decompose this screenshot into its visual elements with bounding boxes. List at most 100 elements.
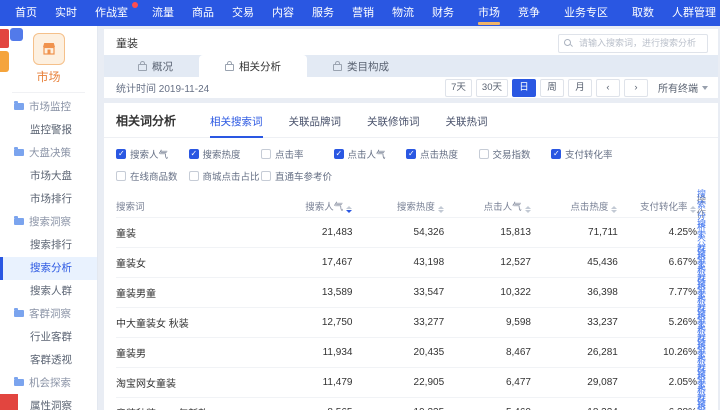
sidebar-item-1[interactable]: 监控警报 [0, 119, 97, 142]
keyword-cell: 淘宝网女童装 [116, 375, 261, 390]
keyword-cell: 童装秋装2019年新款 [116, 405, 261, 410]
value-cell: 45,436 [531, 257, 618, 268]
terminal-dropdown[interactable]: 所有终端 [658, 80, 708, 95]
search-analysis-link[interactable]: 搜索分析 [697, 399, 706, 410]
sidebar-item-label: 搜索分析 [30, 262, 72, 274]
sidebar-item-11[interactable]: 客群透视 [0, 349, 97, 372]
sidebar-item-label: 市场大盘 [30, 170, 72, 182]
analysis-tab-3[interactable]: 关联热词 [446, 114, 488, 137]
checkbox-icon[interactable] [261, 149, 271, 159]
filter-label: 点击率 [275, 147, 304, 161]
sidebar-item-12[interactable]: 机会探索 [0, 372, 97, 395]
sidebar-item-10[interactable]: 行业客群 [0, 326, 97, 349]
column-header-4[interactable]: 点击热度 [531, 199, 618, 213]
sidebar-item-6[interactable]: 搜索排行 [0, 234, 97, 257]
nav-item-8[interactable]: 服务 [303, 0, 343, 26]
lock-icon [225, 64, 234, 71]
analysis-tab-1[interactable]: 关联品牌词 [289, 114, 342, 137]
nav-item-2[interactable]: 作战室 [86, 0, 137, 26]
nav-item-19[interactable]: 人群管理 [663, 0, 720, 26]
page-tabs: 概况相关分析 类目构成 [104, 55, 718, 77]
nav-item-18[interactable]: 取数 [623, 0, 663, 26]
sidebar-item-8[interactable]: 搜索人群 [0, 280, 97, 303]
keyword-search-box[interactable] [558, 34, 708, 53]
folder-icon [14, 218, 24, 225]
table-row: 淘宝网女童装11,47922,9056,47729,0872.05%搜索分析人群… [116, 367, 706, 397]
tab-0[interactable]: 概况 [112, 55, 199, 77]
edge-widget-red-bottom[interactable] [0, 394, 18, 410]
value-cell: 11,479 [261, 377, 353, 388]
checkbox-icon[interactable] [116, 149, 126, 159]
nav-item-14[interactable]: 竞争 [509, 0, 549, 26]
checkbox-icon[interactable] [261, 171, 271, 181]
tab-label: 类目构成 [347, 59, 389, 74]
nav-item-7[interactable]: 内容 [263, 0, 303, 26]
sidebar-item-4[interactable]: 市场排行 [0, 188, 97, 211]
folder-icon [14, 310, 24, 317]
sidebar-item-label: 大盘决策 [29, 147, 71, 159]
table-row: 童装21,48354,32615,81371,7114.25%搜索分析人群分析 [116, 217, 706, 247]
partial-logo [10, 28, 23, 41]
column-header-1[interactable]: 搜索人气 [261, 199, 353, 213]
edge-widget-orange[interactable] [0, 51, 9, 72]
filter-点击人气[interactable]: 点击人气 [334, 147, 407, 161]
checkbox-icon[interactable] [189, 171, 199, 181]
tab-2[interactable]: 类目构成 [307, 55, 415, 77]
analysis-tab-0[interactable]: 相关搜索词 [210, 114, 263, 137]
sidebar-item-0[interactable]: 市场监控 [0, 96, 97, 119]
filter-点击热度[interactable]: 点击热度 [406, 147, 479, 161]
nav-item-9[interactable]: 营销 [343, 0, 383, 26]
filter-支付转化率[interactable]: 支付转化率 [551, 147, 624, 161]
folder-icon [14, 379, 24, 386]
nav-item-16[interactable]: 业务专区 [555, 0, 617, 26]
value-cell: 6,477 [444, 377, 531, 388]
sidebar-item-5[interactable]: 搜索洞察 [0, 211, 97, 234]
checkbox-icon[interactable] [551, 149, 561, 159]
filter-在线商品数[interactable]: 在线商品数 [116, 169, 189, 183]
filter-商城点击占比[interactable]: 商城点击占比 [189, 169, 262, 183]
analysis-tab-2[interactable]: 关联修饰词 [367, 114, 420, 137]
checkbox-icon[interactable] [479, 149, 489, 159]
sidebar-item-label: 机会探索 [29, 377, 71, 389]
column-header-3[interactable]: 点击人气 [444, 199, 531, 213]
quick-range-button-1[interactable]: 30天 [476, 79, 508, 97]
keyword-cell: 中大童装女 秋装 [116, 315, 261, 330]
sidebar-item-2[interactable]: 大盘决策 [0, 142, 97, 165]
checkbox-icon[interactable] [406, 149, 416, 159]
column-header-5[interactable]: 支付转化率 [617, 199, 696, 213]
value-cell: 2.05% [618, 377, 697, 388]
checkbox-icon[interactable] [334, 149, 344, 159]
sidebar-item-3[interactable]: 市场大盘 [0, 165, 97, 188]
column-header-2[interactable]: 搜索热度 [352, 199, 444, 213]
checkbox-icon[interactable] [116, 171, 126, 181]
nav-item-4[interactable]: 流量 [143, 0, 183, 26]
filter-交易指数[interactable]: 交易指数 [479, 147, 552, 161]
sidebar-item-9[interactable]: 客群洞察 [0, 303, 97, 326]
nav-item-1[interactable]: 实时 [46, 0, 86, 26]
value-cell: 36,398 [531, 287, 618, 298]
nav-item-10[interactable]: 物流 [383, 0, 423, 26]
unit-button-1[interactable]: 周 [540, 79, 564, 97]
quick-range-button-0[interactable]: 7天 [445, 79, 472, 97]
value-cell: 15,813 [444, 227, 531, 238]
prev-arrow-button[interactable]: ‹ [596, 79, 620, 97]
checkbox-icon[interactable] [189, 149, 199, 159]
filter-搜索人气[interactable]: 搜索人气 [116, 147, 189, 161]
nav-item-6[interactable]: 交易 [223, 0, 263, 26]
nav-item-5[interactable]: 商品 [183, 0, 223, 26]
unit-button-0[interactable]: 日 [512, 79, 536, 97]
next-arrow-button[interactable]: › [624, 79, 648, 97]
filter-直通车参考价[interactable]: 直通车参考价 [261, 169, 334, 183]
filter-搜索热度[interactable]: 搜索热度 [189, 147, 262, 161]
nav-item-13[interactable]: 市场 [469, 0, 509, 26]
value-cell: 71,711 [531, 227, 618, 238]
value-cell: 33,277 [352, 317, 444, 328]
search-input[interactable] [577, 37, 702, 49]
nav-item-0[interactable]: 首页 [6, 0, 46, 26]
edge-widget-red[interactable] [0, 29, 9, 48]
tab-1[interactable]: 相关分析 [199, 55, 307, 77]
nav-item-11[interactable]: 财务 [423, 0, 463, 26]
filter-点击率[interactable]: 点击率 [261, 147, 334, 161]
sidebar-item-7[interactable]: 搜索分析 [0, 257, 97, 280]
unit-button-2[interactable]: 月 [568, 79, 592, 97]
